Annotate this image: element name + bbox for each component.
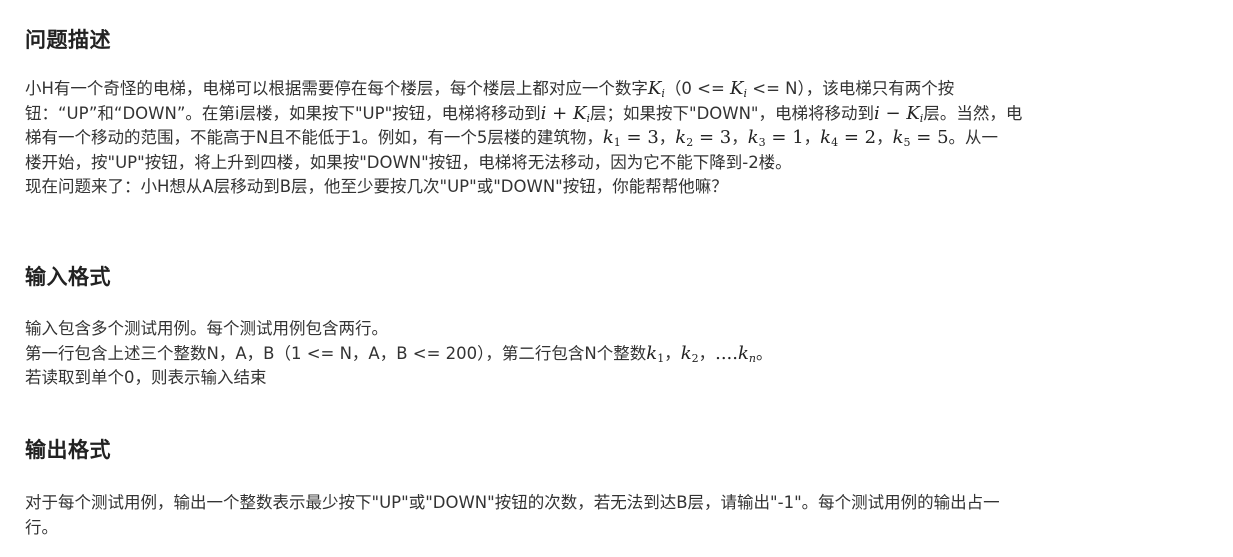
math-k-i-2: Ki bbox=[730, 78, 748, 100]
math-i-plus-k-i: i + Ki bbox=[540, 102, 590, 125]
math-k3-eq: k3 = 1 bbox=[747, 127, 804, 149]
input-line-1: 输入包含多个测试用例。每个测试用例包含两行。 bbox=[25, 319, 388, 338]
math-k4-eq: k4 = 2 bbox=[820, 127, 877, 149]
problem-line-4: 楼开始，按"UP"按钮，将上升到四楼，如果按"DOWN"按钮，电梯将无法移动，因… bbox=[25, 152, 792, 172]
problem-line-1-cond-open: （0 <= bbox=[664, 79, 731, 98]
math-k5-eq: k5 = 5 bbox=[892, 127, 949, 149]
problem-line-2-a: 钮：“UP”和“DOWN”。在第i层楼，如果按下"UP"按钮，电梯将移动到 bbox=[25, 103, 541, 123]
input-format-section: 输入格式 输入包含多个测试用例。每个测试用例包含两行。 第一行包含上述三个整数N… bbox=[25, 263, 1223, 391]
problem-line-1-text: 小H有一个奇怪的电梯，电梯可以根据需要停在每个楼层，每个楼层上都对应一个数字 bbox=[25, 79, 648, 98]
problem-description-text: 小H有一个奇怪的电梯，电梯可以根据需要停在每个楼层，每个楼层上都对应一个数字Ki… bbox=[25, 77, 1223, 200]
problem-description-heading: 问题描述 bbox=[25, 28, 111, 52]
math-k-i: Ki bbox=[647, 78, 665, 100]
input-format-heading: 输入格式 bbox=[25, 265, 111, 289]
math-k2-eq: k2 = 3 bbox=[675, 127, 732, 149]
input-line-2-a: 第一行包含上述三个整数N，A，B（1 <= N，A，B <= 200），第二行包… bbox=[25, 343, 647, 363]
math-k1: k1 bbox=[646, 342, 665, 365]
problem-line-3: 梯有一个移动的范围，不能高于N且不能低于1。例如，有一个5层楼的建筑物，k1 =… bbox=[25, 127, 999, 149]
problem-line-2: 钮：“UP”和“DOWN”。在第i层楼，如果按下"UP"按钮，电梯将移动到i +… bbox=[25, 102, 1223, 127]
output-line-1: 对于每个测试用例，输出一个整数表示最少按下"UP"或"DOWN"按钮的次数，若无… bbox=[25, 493, 1000, 512]
input-format-text: 输入包含多个测试用例。每个测试用例包含两行。 第一行包含上述三个整数N，A，B（… bbox=[25, 317, 1223, 391]
output-format-heading: 输出格式 bbox=[25, 438, 111, 462]
problem-line-5: 现在问题来了：小H想从A层移动到B层，他至少要按几次"UP"或"DOWN"按钮，… bbox=[25, 177, 728, 196]
problem-line-1: 小H有一个奇怪的电梯，电梯可以根据需要停在每个楼层，每个楼层上都对应一个数字Ki… bbox=[25, 77, 1223, 102]
problem-line-2-c: 层。当然，电 bbox=[923, 103, 1023, 123]
input-line-3: 若读取到单个0，则表示输入结束 bbox=[25, 368, 267, 387]
output-line-2: 行。 bbox=[25, 517, 58, 537]
problem-line-3-a: 梯有一个移动的范围，不能高于N且不能低于1。例如，有一个5层楼的建筑物， bbox=[25, 128, 603, 147]
problem-line-1-cond-close: <= N），该电梯只有两个按 bbox=[747, 79, 955, 98]
output-format-section: 输出格式 对于每个测试用例，输出一个整数表示最少按下"UP"或"DOWN"按钮的… bbox=[25, 436, 1223, 540]
math-i-minus-k-i: i − Ki bbox=[874, 102, 924, 125]
math-k1-eq: k1 = 3 bbox=[602, 127, 659, 149]
math-dots-kn: ....kn bbox=[715, 342, 757, 365]
math-k2: k2 bbox=[680, 342, 699, 365]
problem-line-2-b: 层；如果按下"DOWN"，电梯将移动到 bbox=[589, 103, 875, 123]
problem-page: 问题描述 小H有一个奇怪的电梯，电梯可以根据需要停在每个楼层，每个楼层上都对应一… bbox=[0, 0, 1233, 557]
input-line-2: 第一行包含上述三个整数N，A，B（1 <= N，A，B <= 200），第二行包… bbox=[25, 342, 773, 365]
problem-line-3-end: 。从一 bbox=[948, 128, 999, 147]
problem-description-section: 问题描述 小H有一个奇怪的电梯，电梯可以根据需要停在每个楼层，每个楼层上都对应一… bbox=[25, 26, 1223, 200]
output-format-text: 对于每个测试用例，输出一个整数表示最少按下"UP"或"DOWN"按钮的次数，若无… bbox=[25, 491, 1223, 540]
